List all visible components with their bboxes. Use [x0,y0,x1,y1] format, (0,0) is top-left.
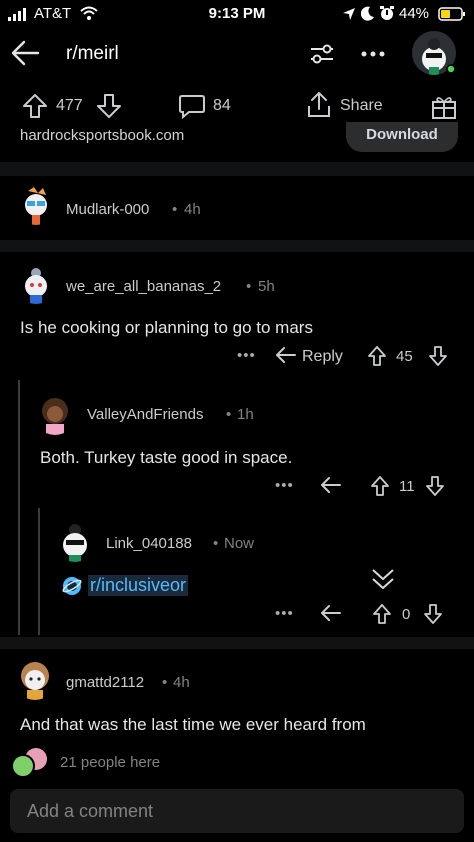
reply-icon[interactable] [320,475,342,495]
comment-time: Now [224,535,255,552]
share-icon[interactable] [306,91,332,119]
upvote-icon[interactable] [370,475,390,497]
upvote-icon[interactable] [22,93,48,119]
comment-time: 4h [184,201,201,218]
more-options-icon[interactable] [360,50,386,58]
comment-body: Is he cooking or planning to go to mars [20,318,313,337]
comment-username[interactable]: Link_040188 [106,535,192,552]
avatar[interactable] [14,658,56,700]
upvote-icon[interactable] [367,345,387,367]
back-arrow-icon[interactable] [10,37,42,69]
comment-username[interactable]: ValleyAndFriends [87,406,203,423]
subreddit-title[interactable]: r/meirl [66,43,119,65]
separator-dot: • [162,674,168,691]
avatar[interactable] [54,520,96,562]
add-comment-placeholder: Add a comment [27,801,154,821]
comment-username[interactable]: gmattd2112 [66,674,144,691]
comment-score: 11 [399,478,415,495]
award-icon[interactable] [430,93,458,121]
comment-time: 4h [173,674,190,691]
battery-percent: 44% [399,5,430,22]
separator-dot: • [213,535,219,552]
downvote-icon[interactable] [428,345,448,367]
comment-count: 84 [213,97,231,114]
online-status-icon [446,64,456,74]
community-icon [62,577,82,595]
presence-count: 21 people here [60,754,161,771]
subreddit-link[interactable]: r/inclusiveor [88,575,189,596]
avatar[interactable] [16,264,56,304]
status-bar: AT&T 9:13 PM 44% [0,0,474,28]
divider [0,162,474,176]
comment-time: 5h [258,278,275,295]
sort-filter-icon[interactable] [308,40,336,68]
separator-dot: • [246,278,252,295]
comment-score: 0 [402,606,411,623]
downvote-icon[interactable] [425,475,445,497]
upvote-icon[interactable] [372,603,392,625]
avatar[interactable] [16,185,56,225]
comment-username[interactable]: Mudlark-000 [66,201,149,218]
post-score: 477 [56,97,83,114]
download-button[interactable]: Download [346,122,458,152]
comment-score: 45 [396,348,413,365]
comment-body: And that was the last time we ever heard… [20,715,366,734]
share-label[interactable]: Share [340,97,383,115]
avatar[interactable] [34,393,76,435]
comment-body: Both. Turkey taste good in space. [40,448,293,467]
reply-icon[interactable] [275,345,297,365]
comment-username[interactable]: we_are_all_bananas_2 [66,278,221,295]
separator-dot: • [226,406,232,423]
comment-icon[interactable] [178,93,206,119]
add-comment-input[interactable]: Add a comment [10,789,464,833]
collapse-chevron-icon[interactable] [370,567,396,593]
comment-more-button[interactable]: ••• [237,347,256,364]
ad-domain[interactable]: hardrocksportsbook.com [20,127,184,144]
reply-button[interactable]: Reply [302,348,343,366]
divider [0,240,474,252]
thread-line[interactable] [18,380,20,635]
presence-avatars-icon [11,748,47,778]
moon-icon [361,6,374,21]
comment-more-button[interactable]: ••• [275,477,294,494]
downvote-icon[interactable] [423,603,443,625]
location-icon [343,8,355,20]
battery-icon [438,7,465,21]
downvote-icon[interactable] [96,93,122,119]
alarm-icon [380,6,394,20]
comment-time: 1h [237,406,254,423]
reply-icon[interactable] [320,603,342,623]
thread-line[interactable] [38,508,40,635]
comment-more-button[interactable]: ••• [275,605,294,622]
separator-dot: • [172,201,178,218]
divider [0,637,474,649]
